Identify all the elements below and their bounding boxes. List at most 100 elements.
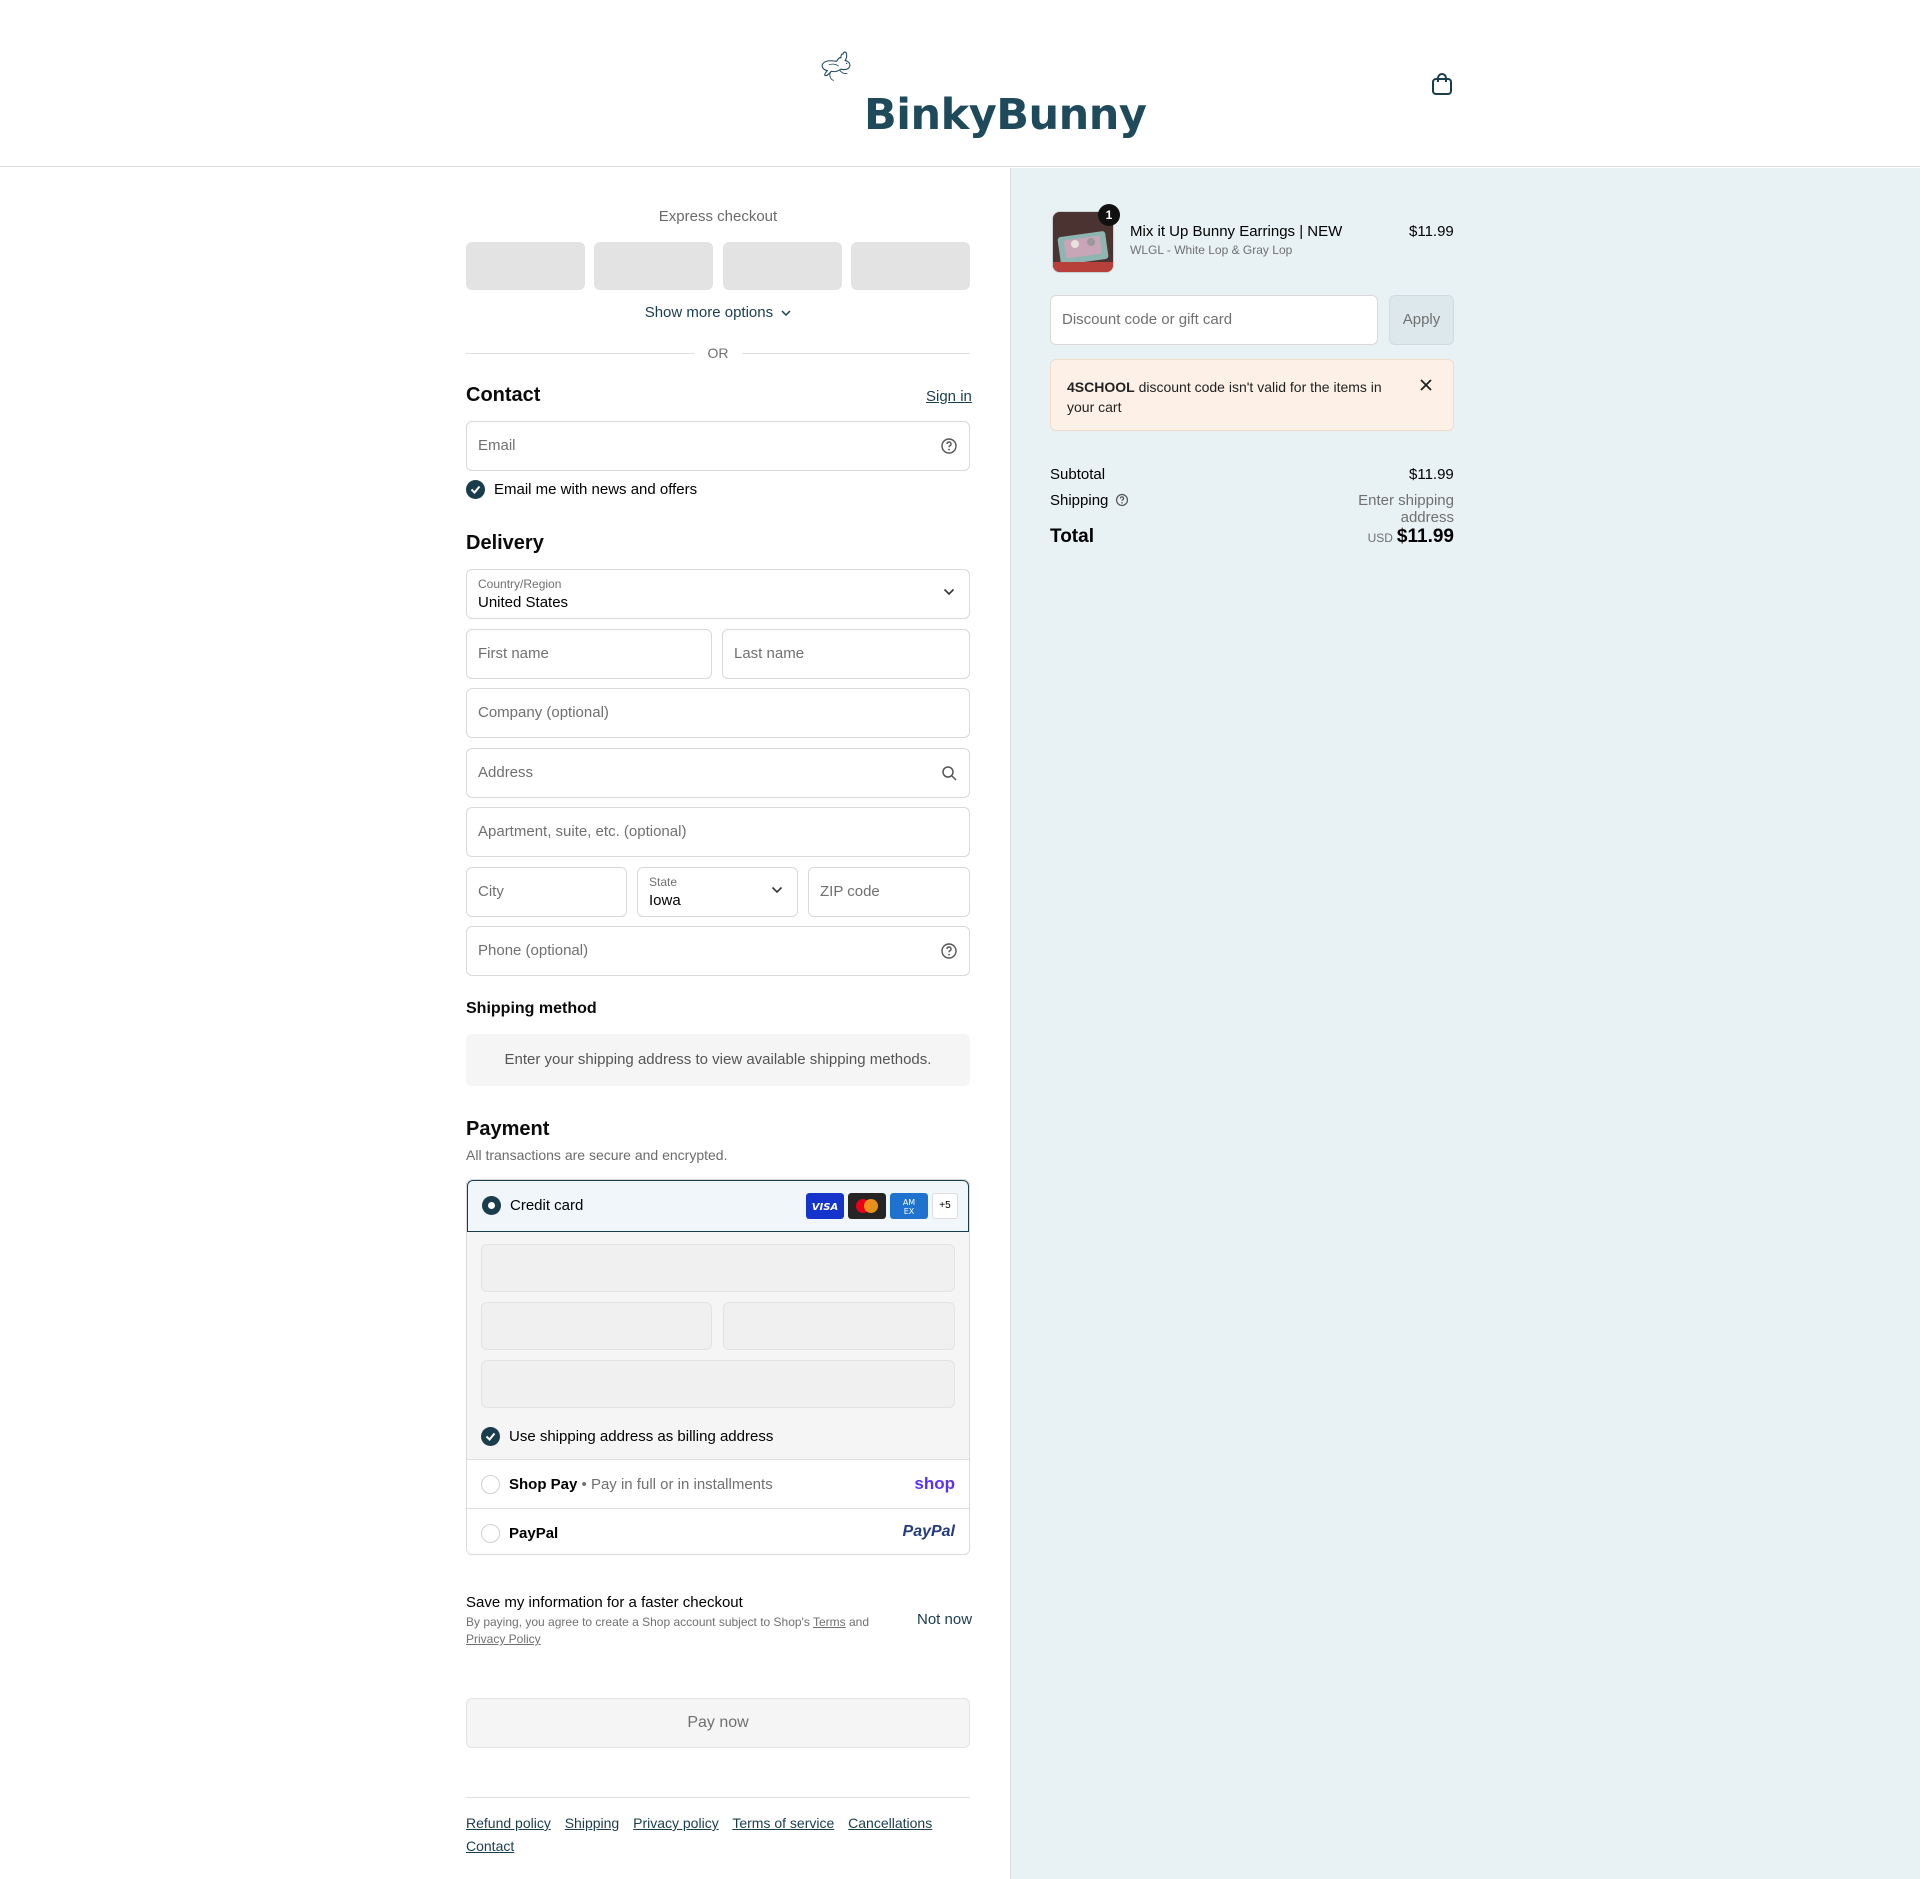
- express-pay-button-2[interactable]: [594, 242, 713, 290]
- save-info-description: By paying, you agree to create a Shop ac…: [466, 1614, 886, 1648]
- show-more-label: Show more options: [644, 304, 774, 321]
- shopping-bag-icon[interactable]: [1428, 70, 1456, 98]
- discount-placeholder: Discount code or gift card: [1062, 311, 1233, 328]
- apartment-field[interactable]: Apartment, suite, etc. (optional): [466, 807, 970, 857]
- sign-in-link[interactable]: Sign in: [926, 388, 972, 405]
- payment-heading: Payment: [466, 1118, 550, 1140]
- shipping-link[interactable]: Shipping: [565, 1815, 620, 1831]
- subtotal-value: $11.99: [1409, 466, 1454, 483]
- express-checkout-title: Express checkout: [658, 208, 778, 225]
- shop-pay-radio[interactable]: [481, 1475, 500, 1494]
- help-circle-icon[interactable]: [1115, 493, 1129, 507]
- footer-divider: [466, 1797, 970, 1798]
- amex-icon: AM EX: [890, 1193, 928, 1219]
- city-placeholder: City: [478, 883, 504, 900]
- zip-field[interactable]: ZIP code: [808, 867, 970, 917]
- shop-terms-link[interactable]: Terms: [813, 1615, 846, 1629]
- discount-code-field[interactable]: Discount code or gift card: [1050, 295, 1378, 345]
- credit-card-option[interactable]: Credit card VISA AM EX +5: [467, 1180, 969, 1232]
- save-info-title: Save my information for a faster checkou…: [466, 1594, 743, 1611]
- pay-now-button[interactable]: Pay now: [466, 1698, 970, 1748]
- billing-address-label[interactable]: Use shipping address as billing address: [509, 1428, 773, 1445]
- credit-card-radio[interactable]: [482, 1196, 501, 1215]
- svg-text:EX: EX: [904, 1207, 915, 1216]
- svg-text:AM: AM: [903, 1198, 915, 1207]
- save-info-and: and: [849, 1615, 870, 1629]
- newsletter-checkbox[interactable]: [466, 480, 485, 499]
- email-placeholder: Email: [478, 437, 516, 454]
- shipping-method-info: Enter your shipping address to view avai…: [466, 1034, 970, 1086]
- shipping-value: Enter shipping address: [1358, 492, 1454, 526]
- help-circle-icon[interactable]: [940, 437, 958, 455]
- paypal-radio[interactable]: [481, 1524, 500, 1543]
- security-code-field[interactable]: [723, 1302, 955, 1350]
- phone-field[interactable]: Phone (optional): [466, 926, 970, 976]
- express-pay-button-1[interactable]: [466, 242, 585, 290]
- billing-address-checkbox[interactable]: [481, 1427, 500, 1446]
- city-field[interactable]: City: [466, 867, 627, 917]
- name-on-card-field[interactable]: [481, 1360, 955, 1408]
- chevron-down-icon: [771, 886, 783, 894]
- discount-error-message: 4SCHOOL discount code isn't valid for th…: [1067, 377, 1407, 417]
- apply-discount-button[interactable]: Apply: [1389, 295, 1454, 345]
- delivery-heading: Delivery: [466, 532, 544, 554]
- total-label: Total: [1050, 526, 1094, 547]
- item-name: Mix it Up Bunny Earrings | NEW: [1130, 223, 1343, 240]
- shipping-method-heading: Shipping method: [466, 1000, 597, 1017]
- help-circle-icon[interactable]: [940, 942, 958, 960]
- svg-text:VISA: VISA: [812, 1202, 838, 1213]
- contact-link[interactable]: Contact: [466, 1838, 514, 1854]
- first-name-field[interactable]: First name: [466, 629, 712, 679]
- total-amount: USD $11.99: [1300, 526, 1454, 548]
- shipping-label-text: Shipping: [1050, 492, 1109, 509]
- paypal-label: PayPal: [509, 1525, 559, 1542]
- email-field[interactable]: Email: [466, 421, 970, 471]
- state-label: State: [649, 875, 678, 889]
- more-cards-badge: +5: [932, 1193, 958, 1219]
- country-select[interactable]: Country/Region United States: [466, 569, 970, 619]
- save-info-desc-text: By paying, you agree to create a Shop ac…: [466, 1615, 810, 1629]
- terms-of-service-link[interactable]: Terms of service: [732, 1815, 834, 1831]
- or-divider: OR: [466, 343, 970, 363]
- show-more-options-button[interactable]: Show more options: [466, 304, 970, 321]
- discount-code-text: 4SCHOOL: [1067, 379, 1135, 395]
- payment-methods: Credit card VISA AM EX +5 Use shipping a…: [466, 1179, 970, 1555]
- address-field[interactable]: Address: [466, 748, 970, 798]
- shop-pay-logo: shop: [914, 1474, 955, 1493]
- brand-logo-text[interactable]: BinkyBunny: [864, 90, 1147, 140]
- last-name-placeholder: Last name: [734, 645, 805, 662]
- total-value: $11.99: [1396, 526, 1454, 547]
- express-pay-button-4[interactable]: [851, 242, 970, 290]
- privacy-policy-link[interactable]: Privacy policy: [633, 1815, 719, 1831]
- country-value: United States: [478, 594, 569, 611]
- newsletter-label[interactable]: Email me with news and offers: [494, 481, 697, 498]
- state-value: Iowa: [649, 892, 681, 909]
- chevron-down-icon: [781, 310, 791, 317]
- item-price: $11.99: [1409, 223, 1454, 240]
- paypal-option[interactable]: PayPal PayPal: [467, 1508, 969, 1554]
- refund-policy-link[interactable]: Refund policy: [466, 1815, 551, 1831]
- cancellations-link[interactable]: Cancellations: [848, 1815, 932, 1831]
- paypal-logo: PayPal: [902, 1523, 955, 1540]
- shop-pay-label: Shop Pay: [509, 1476, 578, 1493]
- header: BinkyBunny: [0, 0, 1920, 167]
- card-number-field[interactable]: [481, 1244, 955, 1292]
- shop-pay-option[interactable]: Shop Pay • Pay in full or in installment…: [467, 1460, 969, 1508]
- search-icon: [942, 766, 957, 781]
- item-variant: WLGL - White Lop & Gray Lop: [1130, 243, 1293, 257]
- expiration-date-field[interactable]: [481, 1302, 712, 1350]
- last-name-field[interactable]: Last name: [722, 629, 970, 679]
- credit-card-form: Use shipping address as billing address: [467, 1232, 969, 1460]
- shop-privacy-link[interactable]: Privacy Policy: [466, 1632, 541, 1646]
- not-now-button[interactable]: Not now: [917, 1611, 972, 1628]
- state-select[interactable]: State Iowa: [637, 867, 798, 917]
- currency-code: USD: [1367, 531, 1393, 545]
- express-pay-button-3[interactable]: [723, 242, 842, 290]
- close-icon[interactable]: [1419, 378, 1433, 392]
- payment-subtitle: All transactions are secure and encrypte…: [466, 1147, 728, 1163]
- company-field[interactable]: Company (optional): [466, 688, 970, 738]
- contact-heading: Contact: [466, 384, 541, 406]
- checkmark-icon: [485, 1432, 496, 1441]
- address-placeholder: Address: [478, 764, 534, 781]
- mastercard-icon: [848, 1193, 886, 1219]
